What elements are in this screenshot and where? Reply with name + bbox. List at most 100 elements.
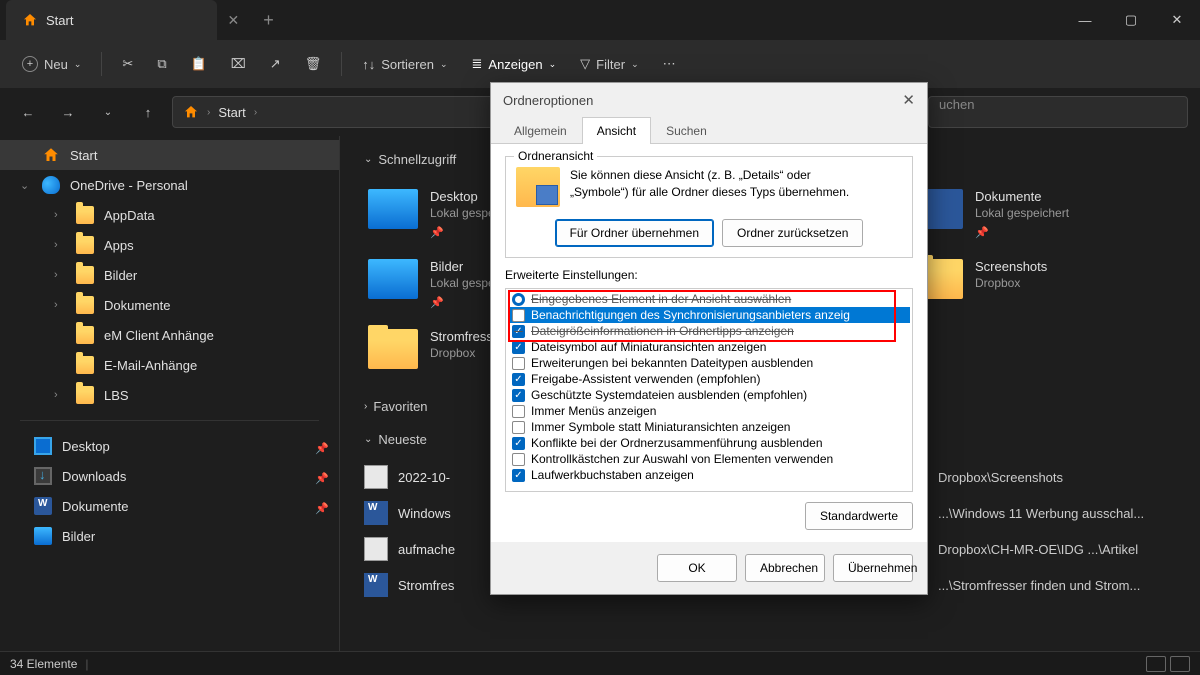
ok-button[interactable]: OK bbox=[657, 554, 737, 582]
advanced-option[interactable]: Benachrichtigungen des Synchronisierungs… bbox=[508, 307, 910, 323]
sidebar-item-label: Bilder bbox=[104, 268, 137, 283]
sidebar-item-label: Downloads bbox=[62, 469, 126, 484]
advanced-settings-list[interactable]: Eingegebenes Element in der Ansicht ausw… bbox=[505, 288, 913, 492]
sidebar-item-email[interactable]: E-Mail-Anhänge bbox=[0, 350, 339, 380]
reset-folders-button[interactable]: Ordner zurücksetzen bbox=[722, 219, 863, 247]
restore-defaults-button[interactable]: Standardwerte bbox=[805, 502, 913, 530]
apply-to-folders-button[interactable]: Für Ordner übernehmen bbox=[555, 219, 714, 247]
maximize-button[interactable]: ▢ bbox=[1108, 0, 1154, 40]
advanced-option[interactable]: ✓Dateisymbol auf Miniaturansichten anzei… bbox=[508, 339, 910, 355]
sidebar-item-label: AppData bbox=[104, 208, 155, 223]
new-button[interactable]: + Neu ⌄ bbox=[12, 50, 91, 78]
advanced-option[interactable]: Kontrollkästchen zur Auswahl von Element… bbox=[508, 451, 910, 467]
sidebar-item-downloads[interactable]: Downloads📌 bbox=[0, 461, 339, 491]
sidebar-item-bilder2[interactable]: Bilder bbox=[0, 521, 339, 551]
close-button[interactable]: ✕ bbox=[1154, 0, 1200, 40]
sidebar-item-emclient[interactable]: eM Client Anhänge bbox=[0, 320, 339, 350]
advanced-option[interactable]: ✓ Geschützte Systemdateien ausblenden (em… bbox=[508, 387, 910, 403]
paste-button[interactable]: 📋 bbox=[181, 50, 217, 78]
cancel-button[interactable]: Abbrechen bbox=[745, 554, 825, 582]
list-view-button[interactable] bbox=[1146, 656, 1166, 672]
text-file-icon bbox=[364, 537, 388, 561]
advanced-option[interactable]: ✓Dateigrößeinformationen in Ordnertipps … bbox=[508, 323, 910, 339]
option-label: Erweiterungen bei bekannten Dateitypen a… bbox=[531, 356, 813, 370]
radio-button[interactable] bbox=[512, 293, 525, 306]
chevron-down-icon[interactable]: ⌄ bbox=[92, 96, 124, 128]
chevron-down-icon: ⌄ bbox=[364, 434, 372, 445]
checkbox[interactable]: ✓ bbox=[512, 341, 525, 354]
sidebar-item-desktop[interactable]: Desktop📌 bbox=[0, 431, 339, 461]
chevron-right-icon: › bbox=[54, 389, 66, 401]
checkbox[interactable] bbox=[512, 309, 525, 322]
search-input[interactable]: uchen bbox=[928, 96, 1188, 128]
file-path: Dropbox\Screenshots bbox=[938, 470, 1176, 485]
option-label: Geschützte Systemdateien ausblenden (emp… bbox=[531, 388, 807, 402]
new-tab-button[interactable]: + bbox=[253, 10, 284, 31]
folder-icon bbox=[76, 386, 94, 404]
tab-allgemein[interactable]: Allgemein bbox=[499, 117, 582, 144]
word-file-icon bbox=[364, 573, 388, 597]
chevron-down-icon: ⌄ bbox=[440, 59, 448, 70]
more-button[interactable]: ⋯ bbox=[653, 50, 686, 78]
checkbox[interactable]: ✓ bbox=[512, 325, 525, 338]
sidebar-item-dokumente[interactable]: ›Dokumente bbox=[0, 290, 339, 320]
sidebar-item-apps[interactable]: ›Apps bbox=[0, 230, 339, 260]
filter-button[interactable]: ▽ Filter ⌄ bbox=[570, 50, 648, 78]
advanced-option[interactable]: ✓Freigabe-Assistent verwenden (empfohlen… bbox=[508, 371, 910, 387]
tab-suchen[interactable]: Suchen bbox=[651, 117, 722, 144]
onedrive-icon bbox=[42, 176, 60, 194]
dialog-tabs: Allgemein Ansicht Suchen bbox=[491, 117, 927, 144]
apply-button[interactable]: Übernehmen bbox=[833, 554, 913, 582]
home-icon bbox=[22, 12, 38, 28]
advanced-option[interactable]: Immer Symbole statt Miniaturansichten an… bbox=[508, 419, 910, 435]
advanced-option[interactable]: Erweiterungen bei bekannten Dateitypen a… bbox=[508, 355, 910, 371]
checkbox[interactable] bbox=[512, 357, 525, 370]
cut-button[interactable]: ✂ bbox=[112, 50, 143, 78]
desktop-icon bbox=[34, 437, 52, 455]
rename-button[interactable]: ⌧ bbox=[221, 50, 256, 78]
sidebar-item-appdata[interactable]: ›AppData bbox=[0, 200, 339, 230]
checkbox[interactable]: ✓ bbox=[512, 389, 525, 402]
view-button[interactable]: ≣ Anzeigen ⌄ bbox=[462, 50, 567, 78]
advanced-option[interactable]: ✓Laufwerkbuchstaben anzeigen bbox=[508, 467, 910, 483]
chevron-right-icon: › bbox=[364, 401, 367, 412]
chevron-down-icon: ⌄ bbox=[20, 179, 32, 192]
chevron-down-icon: ⌄ bbox=[74, 59, 82, 70]
advanced-option[interactable]: ✓Konflikte bei der Ordnerzusammenführung… bbox=[508, 435, 910, 451]
dialog-close-button[interactable]: ✕ bbox=[902, 91, 915, 109]
option-label: Immer Symbole statt Miniaturansichten an… bbox=[531, 420, 790, 434]
up-button[interactable]: ↑ bbox=[132, 96, 164, 128]
copy-button[interactable]: ⧉ bbox=[147, 50, 176, 78]
sidebar-item-dokumente2[interactable]: Dokumente📌 bbox=[0, 491, 339, 521]
sidebar-item-lbs[interactable]: › LBS bbox=[0, 380, 339, 410]
checkbox[interactable]: ✓ bbox=[512, 437, 525, 450]
advanced-option[interactable]: Immer Menüs anzeigen bbox=[508, 403, 910, 419]
grid-view-button[interactable] bbox=[1170, 656, 1190, 672]
home-icon bbox=[183, 104, 199, 120]
checkbox[interactable] bbox=[512, 421, 525, 434]
tab-start[interactable]: Start bbox=[6, 0, 217, 40]
forward-button[interactable]: → bbox=[52, 96, 84, 128]
tile-dokumente[interactable]: DokumenteLokal gespeichert📌 bbox=[905, 179, 1180, 249]
tab-close-button[interactable]: ✕ bbox=[217, 12, 249, 29]
chevron-right-icon: › bbox=[207, 107, 210, 118]
sidebar-item-onedrive[interactable]: ⌄ OneDrive - Personal bbox=[0, 170, 339, 200]
checkbox[interactable] bbox=[512, 405, 525, 418]
advanced-option[interactable]: Eingegebenes Element in der Ansicht ausw… bbox=[508, 291, 910, 307]
checkbox[interactable] bbox=[512, 453, 525, 466]
checkbox[interactable]: ✓ bbox=[512, 373, 525, 386]
tab-ansicht[interactable]: Ansicht bbox=[582, 117, 651, 144]
share-button[interactable]: ↗ bbox=[260, 50, 291, 78]
text-file-icon bbox=[364, 465, 388, 489]
minimize-button[interactable]: — bbox=[1062, 0, 1108, 40]
back-button[interactable]: ← bbox=[12, 96, 44, 128]
breadcrumb-start[interactable]: Start bbox=[218, 105, 245, 120]
share-icon: ↗ bbox=[270, 56, 281, 72]
delete-button[interactable]: 🗑 bbox=[295, 50, 332, 78]
sidebar-item-bilder[interactable]: ›Bilder bbox=[0, 260, 339, 290]
sidebar-item-label: LBS bbox=[104, 388, 129, 403]
checkbox[interactable]: ✓ bbox=[512, 469, 525, 482]
sort-button[interactable]: ↑↓ Sortieren ⌄ bbox=[352, 51, 457, 78]
tile-screenshots[interactable]: ScreenshotsDropbox bbox=[905, 249, 1180, 319]
sidebar-item-start[interactable]: Start bbox=[0, 140, 339, 170]
